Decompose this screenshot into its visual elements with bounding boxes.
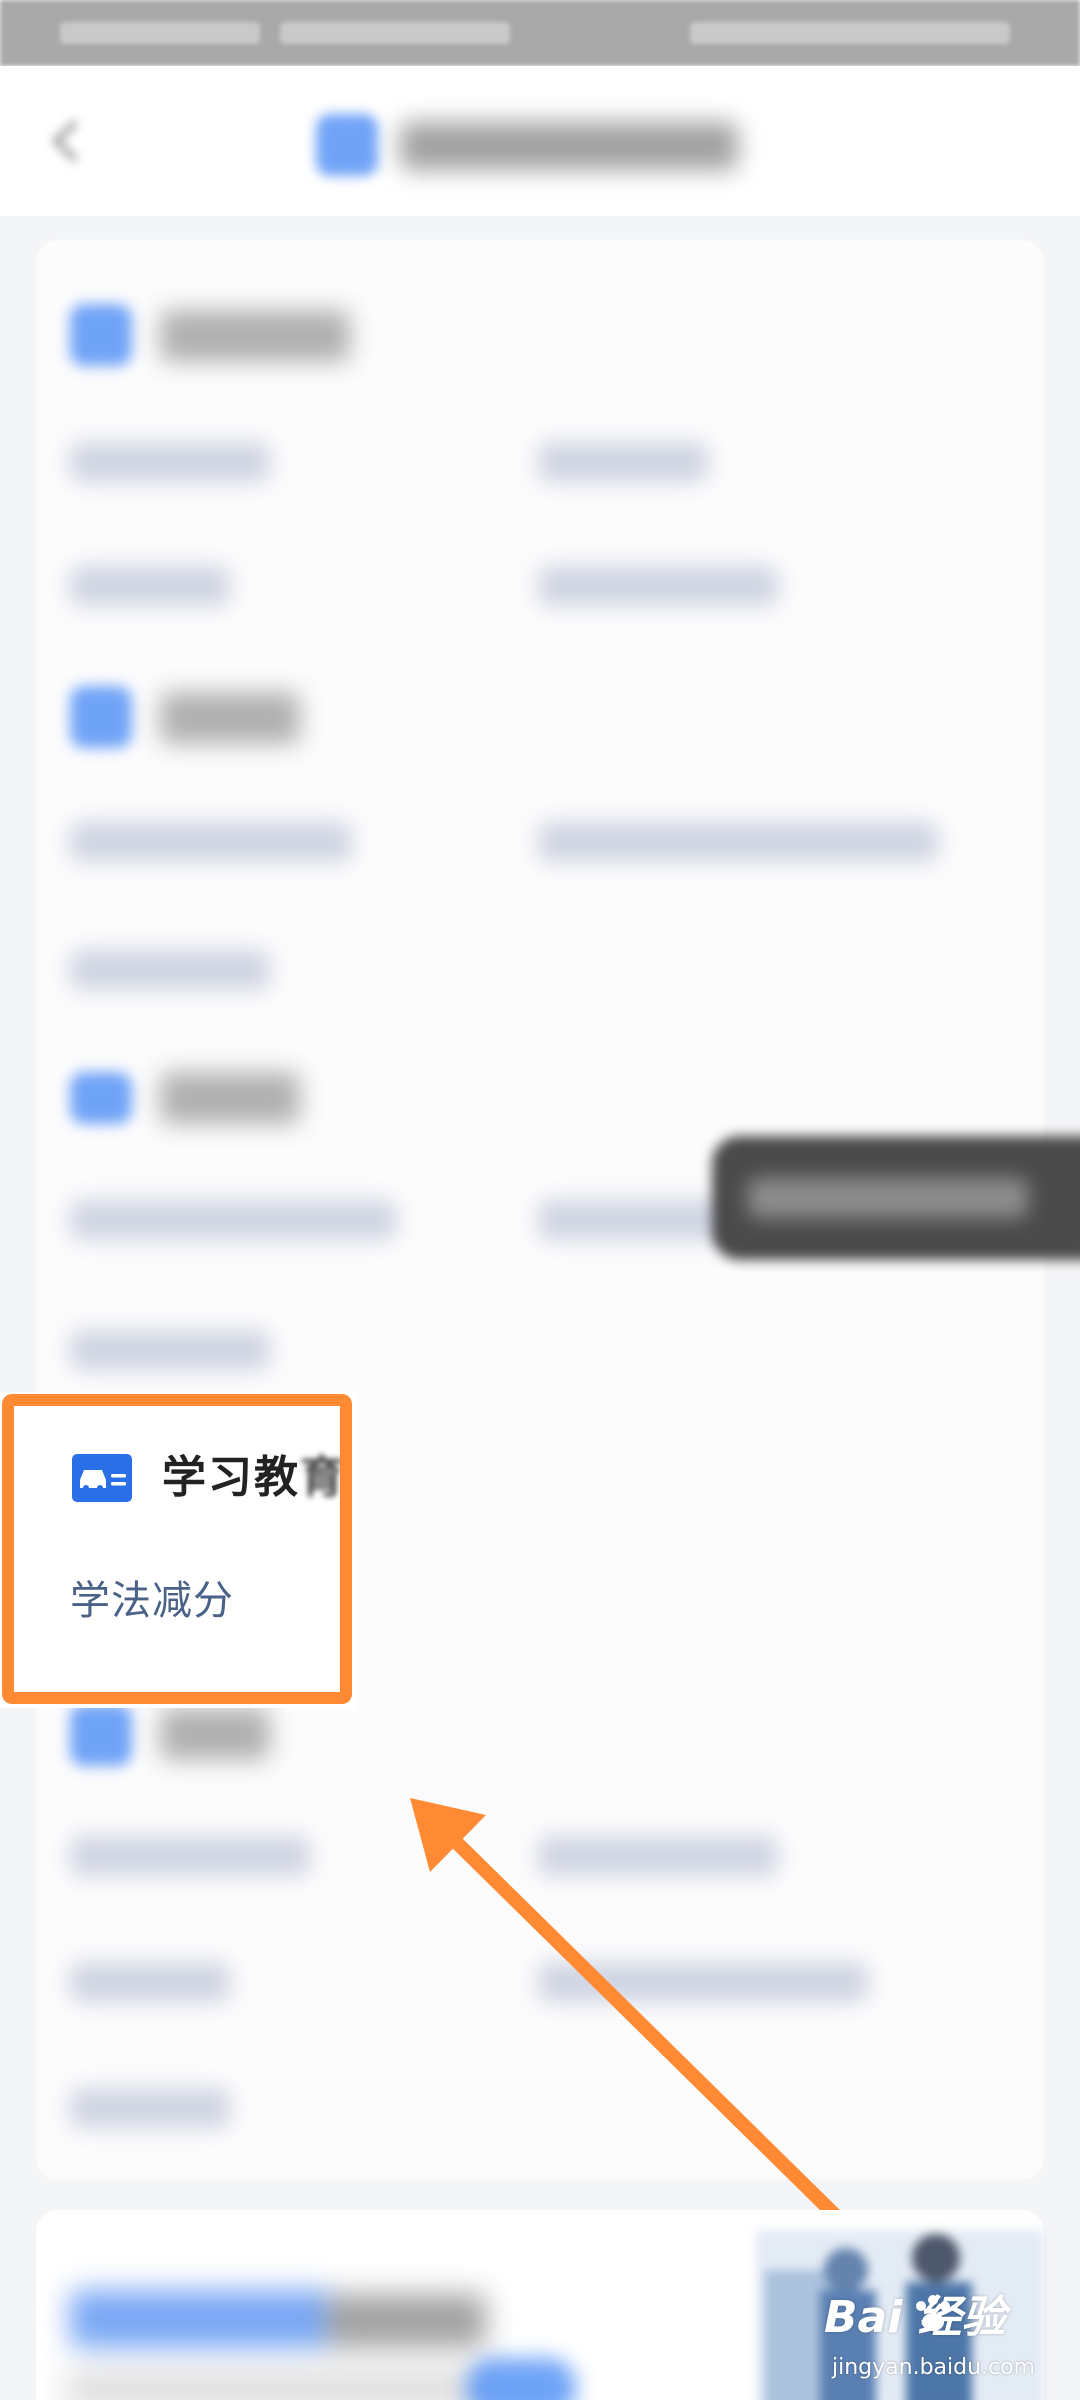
car-icon: [70, 1072, 132, 1124]
list-item-blurred[interactable]: [70, 2088, 230, 2128]
banner-title-blurred: [326, 2294, 486, 2348]
list-item-xuefa-jianfen[interactable]: 学法减分: [70, 1572, 234, 1630]
section-title-blurred: [160, 1708, 270, 1760]
list-item-blurred[interactable]: [70, 950, 270, 990]
list-item-blurred[interactable]: [70, 822, 352, 862]
floating-action-label-blurred: [748, 1178, 1028, 1218]
focused-section: [0, 1392, 356, 1708]
page-title-blurred: [400, 122, 738, 170]
list-item-blurred[interactable]: [538, 1836, 778, 1876]
car-card-icon: [72, 1454, 132, 1502]
app-icon: [316, 114, 378, 176]
nav-bar: [0, 66, 1080, 216]
section-icon: [70, 1704, 132, 1766]
status-text-blur: [60, 22, 260, 44]
list-item-blurred[interactable]: [538, 1962, 868, 2002]
list-item-blurred[interactable]: [70, 1962, 230, 2002]
banner-button[interactable]: [466, 2358, 576, 2400]
person-icon: [70, 686, 132, 748]
section-title-blurred: [160, 692, 300, 744]
banner-subtitle-blurred: [66, 2370, 486, 2400]
status-bar: [0, 0, 1080, 66]
list-item-blurred[interactable]: [70, 442, 270, 482]
banner-title-blurred: [70, 2290, 330, 2348]
paw-icon: [916, 2295, 950, 2331]
list-item-blurred[interactable]: [70, 566, 230, 606]
status-text-blur: [280, 22, 510, 44]
watermark: Bai 经验 jingyan.baidu.com: [824, 2278, 1074, 2394]
back-arrow-icon[interactable]: [42, 116, 92, 166]
section-title-blurred: [160, 1072, 300, 1124]
watermark-url: jingyan.baidu.com: [832, 2355, 1036, 2380]
list-item-blurred[interactable]: [538, 442, 708, 482]
list-item-blurred[interactable]: [70, 1200, 396, 1240]
list-item-blurred[interactable]: [538, 822, 938, 862]
section-title-blurred: [160, 310, 350, 362]
floating-action-button[interactable]: [712, 1136, 1080, 1260]
list-item-blurred[interactable]: [538, 566, 778, 606]
list-item-blurred[interactable]: [70, 1330, 270, 1370]
list-item-blurred[interactable]: [538, 1200, 738, 1240]
section-title: 学习教育: [162, 1452, 346, 1503]
status-icons-blur: [690, 22, 1010, 44]
section-icon: [70, 304, 132, 366]
list-item-blurred[interactable]: [70, 1836, 310, 1876]
